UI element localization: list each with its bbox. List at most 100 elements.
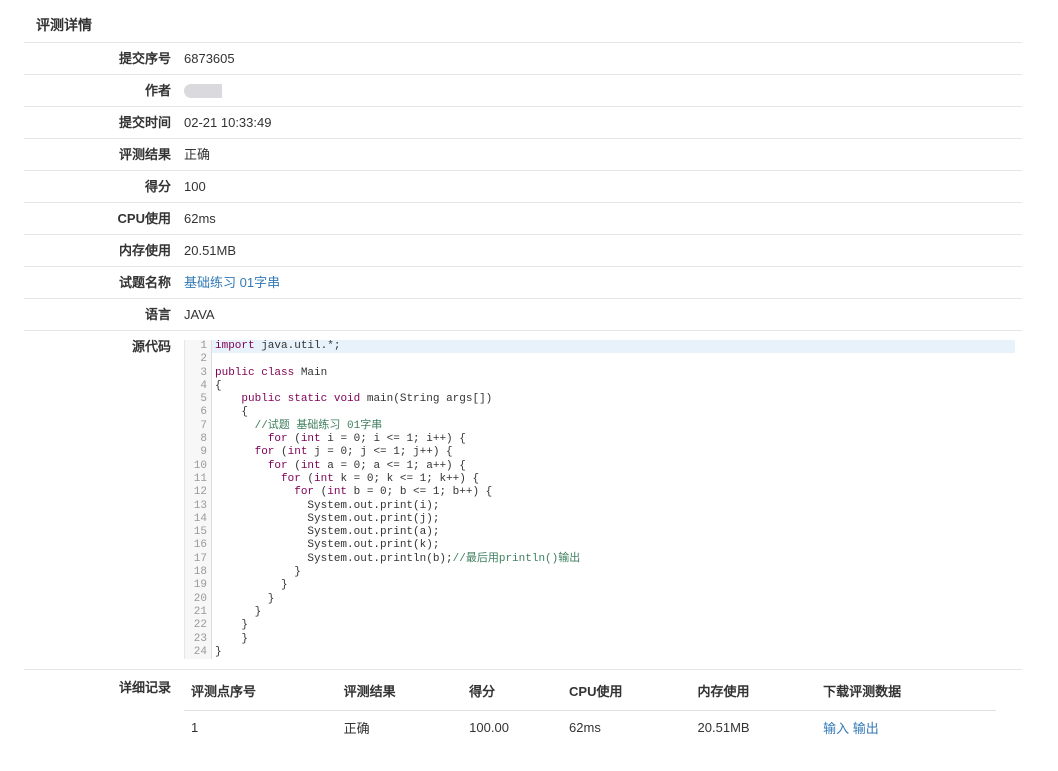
line-number: 6 [185, 406, 212, 420]
label-author: 作者 [144, 83, 171, 98]
value-language: JAVA [184, 307, 215, 322]
code-line: 23 } [185, 632, 1015, 646]
code-text: System.out.print(i); [215, 499, 440, 512]
code-line: 16 System.out.print(k); [185, 539, 1015, 553]
code-text: for (int a = 0; a <= 1; a++) { [267, 459, 466, 472]
author-redacted-avatar [184, 83, 222, 98]
code-text: } [215, 619, 249, 632]
code-text: } [215, 632, 249, 645]
line-number: 3 [185, 366, 212, 380]
code-line: 15 System.out.print(a); [185, 526, 1015, 540]
code-text: for (int j = 0; j <= 1; j++) { [254, 446, 453, 459]
label-language: 语言 [144, 307, 171, 322]
label-score: 得分 [144, 179, 171, 194]
code-line: 20 } [185, 592, 1015, 606]
code-line: 17 System.out.println(b);//最后用println()输… [185, 552, 1015, 567]
download-input-link[interactable]: 输入 [823, 721, 849, 736]
code-text: for (int k = 0; k <= 1; k++) { [281, 472, 480, 485]
col-memory: 内存使用 [690, 670, 817, 712]
info-row-author: 作者 [24, 75, 1022, 107]
line-number: 20 [185, 592, 212, 606]
info-row-submit-time: 提交时间 02-21 10:33:49 [24, 107, 1022, 139]
table-row: 1 正确 100.00 62ms 20.51MB 输入 输出 [184, 711, 996, 744]
code-line: 18 } [185, 566, 1015, 580]
line-number: 10 [185, 459, 212, 473]
code-line: 12 for (int b = 0; b <= 1; b++) { [185, 486, 1015, 500]
code-text: System.out.print(k); [215, 539, 440, 552]
code-text: } [215, 592, 275, 605]
code-text: } [215, 566, 301, 579]
code-line: 19 } [185, 579, 1015, 593]
line-number: 21 [185, 605, 212, 620]
cell-memory: 20.51MB [697, 719, 750, 735]
info-row-submission-id: 提交序号 6873605 [24, 43, 1022, 75]
label-memory: 内存使用 [118, 243, 171, 258]
value-score: 100 [184, 179, 206, 194]
line-number: 24 [185, 645, 212, 660]
value-memory: 20.51MB [184, 243, 237, 258]
col-test-index: 评测点序号 [184, 670, 337, 712]
info-row-result: 评测结果 正确 [24, 139, 1022, 171]
code-line: 5 public static void main(String args[]) [185, 393, 1015, 407]
line-number: 19 [185, 579, 212, 593]
code-text: for (int i = 0; i <= 1; i++) { [267, 433, 466, 446]
line-number: 14 [185, 512, 212, 527]
code-line: 1 import java.util.*; [185, 340, 1015, 354]
value-result: 正确 [184, 147, 211, 162]
value-submit-time: 02-21 10:33:49 [184, 115, 272, 130]
col-result: 评测结果 [336, 670, 463, 712]
code-line: 24} [185, 645, 1015, 660]
cell-test-index: 1 [191, 719, 199, 735]
info-row-memory: 内存使用 20.51MB [24, 235, 1022, 267]
code-line: 2​ [185, 353, 1015, 367]
label-result: 评测结果 [118, 147, 171, 162]
detail-table-header: 评测点序号 评测结果 得分 CPU使用 内存使用 下载评测数据 [184, 670, 996, 712]
download-output-link[interactable]: 输出 [853, 721, 879, 736]
line-number: 5 [185, 393, 212, 407]
info-row-language: 语言 JAVA [24, 299, 1022, 331]
line-number: 1 [185, 340, 212, 354]
value-submission-id: 6873605 [184, 51, 235, 66]
label-submission-id: 提交序号 [118, 51, 171, 66]
code-line: 6 { [185, 406, 1015, 420]
line-number: 7 [185, 419, 212, 434]
code-text: } [215, 579, 288, 592]
code-line: 9 for (int j = 0; j <= 1; j++) { [185, 446, 1015, 460]
line-number: 9 [185, 446, 212, 460]
line-number: 17 [185, 552, 212, 567]
value-author [184, 75, 1022, 106]
cell-cpu: 62ms [569, 719, 601, 735]
label-problem: 试题名称 [118, 275, 171, 290]
line-number: 12 [185, 486, 212, 500]
code-text: import java.util.*; [212, 340, 1015, 354]
label-source-code: 源代码 [131, 339, 171, 354]
code-line: 8 for (int i = 0; i <= 1; i++) { [185, 433, 1015, 447]
cell-result: 正确 [343, 720, 370, 736]
info-row-problem: 试题名称 基础练习 01字串 [24, 267, 1022, 299]
line-number: 4 [185, 379, 212, 394]
code-line: 11 for (int k = 0; k <= 1; k++) { [185, 472, 1015, 487]
code-line: 22 } [185, 619, 1015, 633]
code-text: public class Main [215, 366, 328, 379]
line-number: 16 [185, 539, 212, 553]
source-code-block: 1import java.util.*;2​3public class Main… [184, 340, 1015, 660]
label-submit-time: 提交时间 [118, 115, 171, 130]
col-score: 得分 [462, 670, 563, 712]
detail-record-row: 详细记录 评测点序号 评测结果 得分 CPU使用 内存使用 下载评测数据 1 正… [24, 670, 1022, 743]
code-text: System.out.println(b);//最后用println()输出 [215, 552, 581, 565]
code-line: 3 public class Main [185, 366, 1015, 380]
line-number: 11 [185, 472, 212, 487]
code-text: System.out.print(a); [215, 526, 440, 539]
problem-link[interactable]: 基础练习 01字串 [184, 275, 280, 290]
line-number: 2 [185, 353, 212, 367]
cell-download: 输入 输出 [816, 711, 996, 744]
code-line: 21 } [185, 605, 1015, 620]
code-text: for (int b = 0; b <= 1; b++) { [294, 486, 493, 499]
panel-title: 评测详情 [24, 0, 1022, 43]
code-text: ​ [212, 353, 1015, 366]
line-number: 13 [185, 499, 212, 513]
label-cpu: CPU使用 [117, 211, 171, 226]
code-line: 4{ [185, 379, 1015, 394]
info-row-score: 得分 100 [24, 171, 1022, 203]
code-text: { [215, 406, 249, 419]
